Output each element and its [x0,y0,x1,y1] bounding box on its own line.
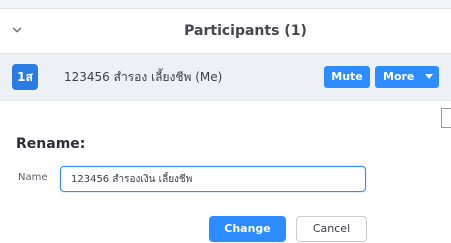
mute-button-label: Mute [331,70,363,83]
participants-title: Participants (1) [184,23,307,39]
caret-down-icon [425,74,433,79]
participant-row[interactable]: 1ส 123456 สำรอง เลี้ยงชีพ (Me) Mute More [0,53,451,101]
change-button-label: Change [224,222,271,235]
mute-button[interactable]: Mute [324,66,370,88]
cancel-button[interactable]: Cancel [296,216,367,242]
name-input[interactable] [60,166,366,192]
avatar: 1ส [12,64,38,90]
more-button-label: More [383,70,415,83]
participant-name: 123456 สำรอง เลี้ยงชีพ (Me) [64,70,223,84]
tooltip-edge [441,108,451,128]
participants-panel: Participants (1) 1ส 123456 สำรอง เลี้ยงช… [0,0,451,243]
rename-title: Rename: [16,136,86,152]
name-field-label: Name [18,172,48,183]
more-button[interactable]: More [375,66,439,88]
top-border [0,0,451,9]
cancel-button-label: Cancel [312,222,351,235]
participants-header: Participants (1) [0,9,451,53]
change-button[interactable]: Change [209,216,286,242]
